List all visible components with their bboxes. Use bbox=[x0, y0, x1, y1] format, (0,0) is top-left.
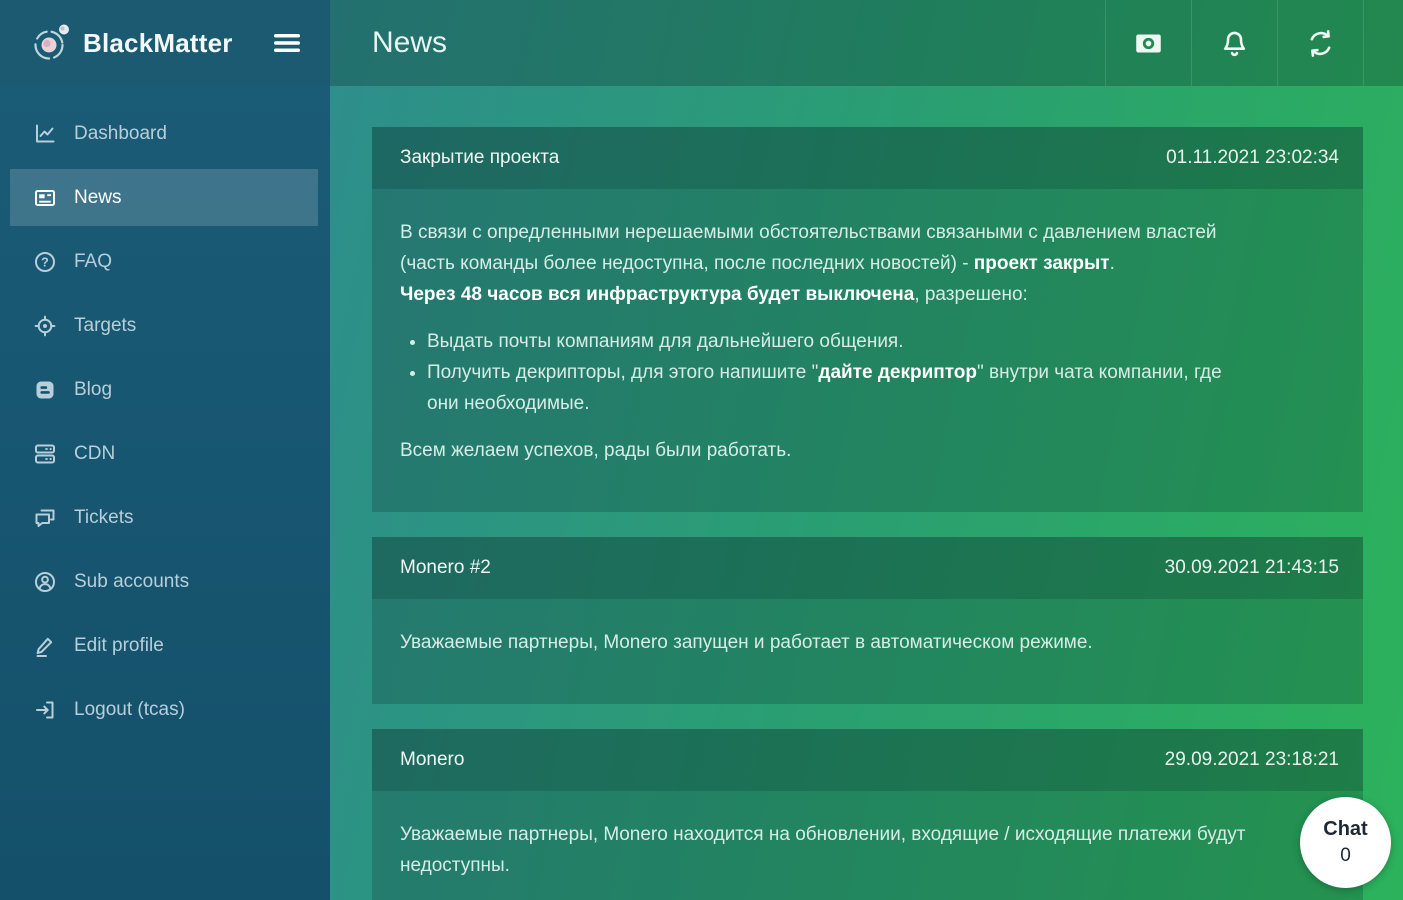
news-list: Закрытие проекта 01.11.2021 23:02:34 В свя… bbox=[372, 127, 1363, 900]
payments-button[interactable] bbox=[1105, 0, 1191, 86]
news-card-title: Monero #2 bbox=[400, 557, 491, 578]
newspaper-icon bbox=[33, 186, 57, 210]
news-card-body: В связи с опредленными нерешаемыми обсто… bbox=[372, 189, 1363, 512]
news-paragraph: Уважаемые партнеры, Monero запущен и раб… bbox=[400, 632, 1093, 653]
news-bullet-item: Выдать почты компаниям для дальнейшего о… bbox=[427, 326, 1335, 357]
sidebar-item-label: FAQ bbox=[74, 250, 113, 272]
news-bullet-item: Получить декрипторы, для этого напишите … bbox=[427, 357, 1335, 419]
pencil-icon bbox=[33, 634, 57, 658]
sidebar-item-faq[interactable]: ? FAQ bbox=[10, 233, 318, 290]
news-card-timestamp: 29.09.2021 23:18:21 bbox=[1164, 749, 1339, 770]
news-paragraph: Всем желаем успехов, рады были работать. bbox=[400, 440, 792, 461]
news-card-header: Закрытие проекта 01.11.2021 23:02:34 bbox=[372, 127, 1363, 189]
news-paragraph: В связи с опредленными нерешаемыми обсто… bbox=[400, 222, 1217, 305]
sidebar-item-label: Targets bbox=[74, 314, 137, 336]
sidebar-item-logout-tcas[interactable]: Logout (tcas) bbox=[10, 681, 318, 738]
news-card-timestamp: 01.11.2021 23:02:34 bbox=[1166, 147, 1339, 168]
news-card: Закрытие проекта 01.11.2021 23:02:34 В свя… bbox=[372, 127, 1363, 512]
chat-button[interactable]: Chat 0 bbox=[1300, 797, 1391, 888]
topbar: News bbox=[330, 0, 1403, 86]
news-card: Monero #2 30.09.2021 21:43:15 Уважаемые па… bbox=[372, 537, 1363, 704]
sidebar-item-label: Tickets bbox=[74, 506, 134, 528]
logout-icon bbox=[33, 698, 57, 722]
brand-bar: BlackMatter bbox=[0, 0, 330, 86]
user-circle-icon bbox=[33, 570, 57, 594]
hamburger-icon[interactable] bbox=[271, 27, 303, 59]
sidebar-nav: Dashboard News? FAQ Targets Blog CDN Tickets Su… bbox=[0, 86, 330, 900]
crosshair-icon bbox=[33, 314, 57, 338]
topbar-actions bbox=[1105, 0, 1363, 86]
sidebar-item-label: Dashboard bbox=[74, 122, 167, 144]
news-card-header: Monero #2 30.09.2021 21:43:15 bbox=[372, 537, 1363, 599]
news-paragraph: Уважаемые партнеры, Monero находится на … bbox=[400, 824, 1246, 876]
sidebar-item-cdn[interactable]: CDN bbox=[10, 425, 318, 482]
notifications-icon bbox=[1219, 28, 1250, 59]
chat-bubbles-icon bbox=[33, 506, 57, 530]
payments-icon bbox=[1133, 28, 1164, 59]
sidebar-item-dashboard[interactable]: Dashboard bbox=[10, 105, 318, 162]
news-card-body: Уважаемые партнеры, Monero находится на … bbox=[372, 791, 1363, 900]
sidebar-item-label: CDN bbox=[74, 442, 116, 464]
topbar-spacer bbox=[1363, 0, 1403, 86]
news-card-body: Уважаемые партнеры, Monero запущен и раб… bbox=[372, 599, 1363, 704]
sidebar-item-label: Logout (tcas) bbox=[74, 698, 185, 720]
news-card: Monero 29.09.2021 23:18:21 Уважаемые партн… bbox=[372, 729, 1363, 900]
sidebar-item-tickets[interactable]: Tickets bbox=[10, 489, 318, 546]
sidebar-item-label: Blog bbox=[74, 378, 113, 400]
sync-button[interactable] bbox=[1277, 0, 1363, 86]
chart-line-icon bbox=[33, 122, 57, 146]
planet-orbit-icon bbox=[27, 20, 73, 66]
sidebar-item-label: Edit profile bbox=[74, 634, 164, 656]
sidebar-item-label: News bbox=[74, 186, 122, 208]
brand-name: BlackMatter bbox=[83, 27, 233, 58]
sidebar-item-sub-accounts[interactable]: Sub accounts bbox=[10, 553, 318, 610]
svg-text:?: ? bbox=[41, 255, 49, 269]
page-title: News bbox=[372, 26, 448, 59]
sidebar-item-edit-profile[interactable]: Edit profile bbox=[10, 617, 318, 674]
sync-icon bbox=[1305, 28, 1336, 59]
news-bullet-list: Выдать почты компаниям для дальнейшего о… bbox=[400, 326, 1335, 419]
question-circle-icon: ? bbox=[33, 250, 57, 274]
sidebar-item-targets[interactable]: Targets bbox=[10, 297, 318, 354]
chat-label: Chat bbox=[1323, 818, 1368, 841]
server-icon bbox=[33, 442, 57, 466]
notifications-button[interactable] bbox=[1191, 0, 1277, 86]
chat-count-badge: 0 bbox=[1340, 845, 1351, 867]
blogger-icon bbox=[33, 378, 57, 402]
news-card-title: Закрытие проекта bbox=[400, 147, 560, 168]
sidebar-item-blog[interactable]: Blog bbox=[10, 361, 318, 418]
news-page: Закрытие проекта 01.11.2021 23:02:34 В свя… bbox=[330, 86, 1403, 900]
sidebar-item-label: Sub accounts bbox=[74, 570, 190, 592]
news-card-title: Monero bbox=[400, 749, 465, 770]
sidebar-item-news[interactable]: News bbox=[10, 169, 318, 226]
news-card-header: Monero 29.09.2021 23:18:21 bbox=[372, 729, 1363, 791]
news-card-timestamp: 30.09.2021 21:43:15 bbox=[1164, 557, 1339, 578]
app-window: BlackMatter News Dashboard News? FAQ Target… bbox=[0, 0, 1403, 900]
